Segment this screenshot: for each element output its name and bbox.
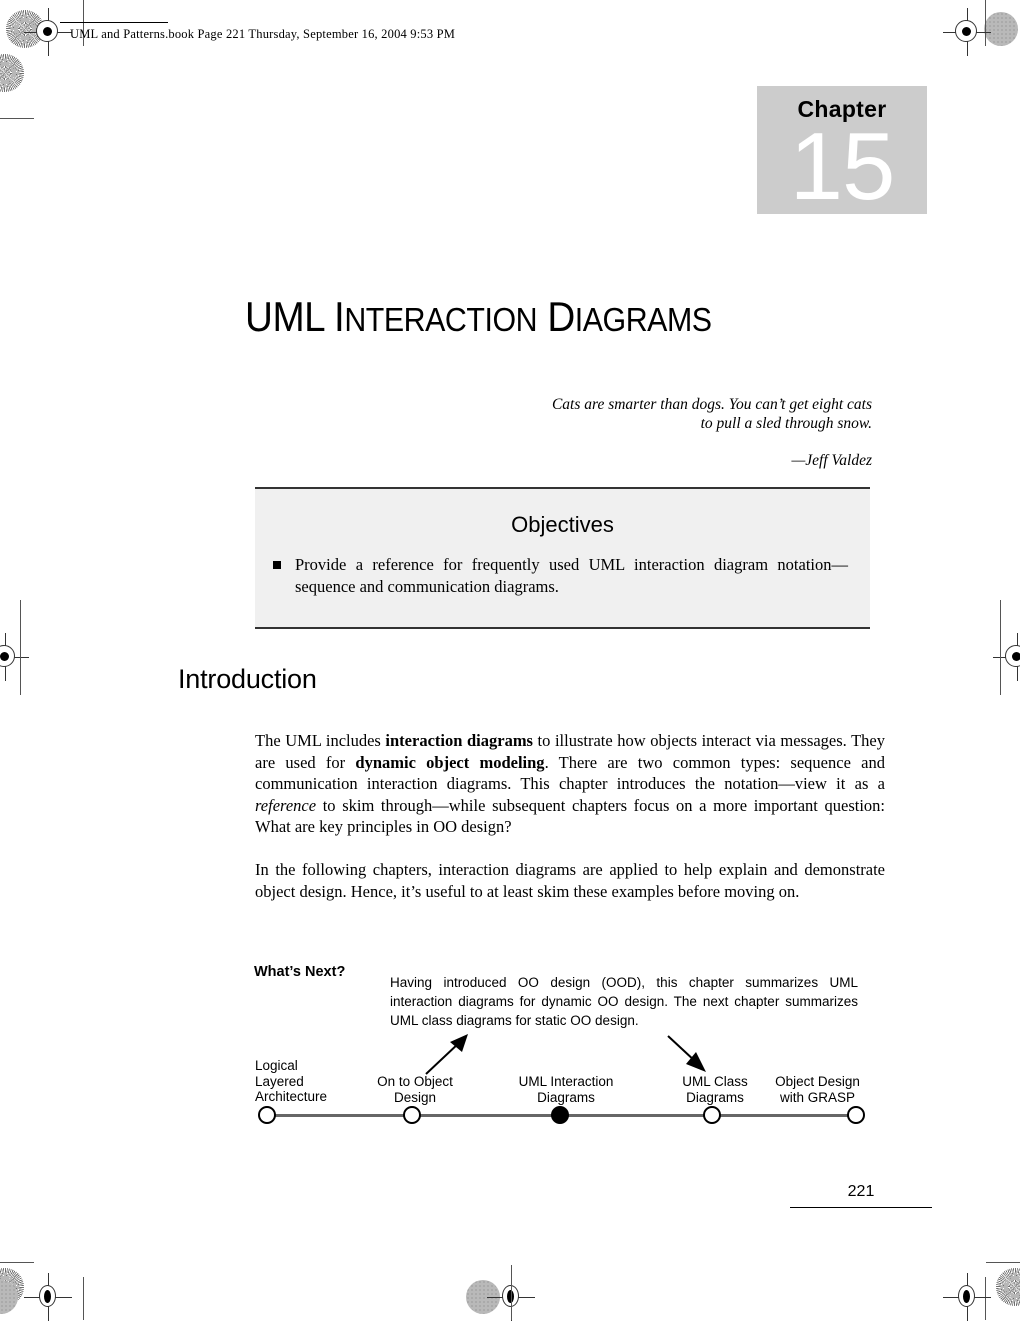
roadmap-arrow-up-right-icon <box>425 1034 468 1075</box>
roadmap-label-2: UML Interaction Diagrams <box>518 1074 614 1105</box>
roadmap-arrow-down-right-icon <box>667 1035 706 1072</box>
whats-next-label: What’s Next? <box>254 964 346 980</box>
registration-target-mid-left <box>0 633 29 681</box>
para1-bold1: interaction diagrams <box>385 731 533 750</box>
whats-next-text: Having introduced OO design (OOD), this … <box>390 975 858 1028</box>
printer-header-text: UML and Patterns.book Page 221 Thursday,… <box>70 27 456 41</box>
title-part-1-smallcaps: NTERACTION <box>344 301 538 338</box>
intro-paragraph-2: In the following chapters, interaction d… <box>255 860 885 901</box>
objectives-list-item: Provide a reference for frequently used … <box>255 554 870 598</box>
objectives-title: Objectives <box>511 512 614 537</box>
chapter-number: 15 <box>789 113 896 220</box>
roadmap-label-0: Logical Layered Architecture <box>255 1058 328 1104</box>
roadmap-node-uml-class-diagrams[interactable] <box>703 1106 721 1124</box>
roadmap-node-object-design-with-grasp[interactable] <box>847 1106 865 1124</box>
crop-mark-bottom-right-vertical <box>985 1277 986 1320</box>
roadmap-node-on-to-object-design[interactable] <box>403 1106 421 1124</box>
page-number: 221 <box>847 1183 875 1200</box>
roadmap-node-uml-interaction-diagrams[interactable] <box>551 1106 569 1124</box>
header-rule <box>60 22 168 23</box>
roadmap-label-4: Object Design with GRASP <box>775 1074 860 1105</box>
objectives-item-text: Provide a reference for frequently used … <box>295 555 848 596</box>
intro-paragraph-1: The UML includes interaction diagrams to… <box>255 730 885 838</box>
registration-target-bottom-right <box>943 1273 991 1321</box>
registration-target-mid-right <box>993 633 1020 681</box>
para1-run4: to skim through—while subsequent chapter… <box>255 795 885 837</box>
square-bullet-icon <box>273 554 295 598</box>
registration-starburst-mid-left <box>0 54 24 92</box>
para1-run1: The UML includes <box>255 731 386 750</box>
crop-mark-left-edge-horizontal <box>0 1262 34 1263</box>
crop-mark-mid-right-vertical <box>1000 600 1001 695</box>
para1-bold2: dynamic object modeling <box>355 752 545 772</box>
registration-target-top-left <box>24 8 72 56</box>
crop-mark-top-right-vertical <box>985 0 986 46</box>
registration-starburst-bottom-right <box>996 1268 1020 1306</box>
crop-mark-left-edge-horizontal-upper <box>0 118 34 119</box>
page-title: UML INTERACTION DIAGRAMS <box>245 294 852 343</box>
registration-target-bottom-left <box>24 1273 72 1321</box>
objectives-box: Objectives Provide a reference for frequ… <box>255 487 870 629</box>
registration-target-top-right <box>943 8 991 56</box>
para1-italic1: reference <box>255 795 317 815</box>
crop-mark-mid-left-vertical <box>20 600 21 695</box>
epigraph-quote: Cats are smarter than dogs. You can’t ge… <box>551 396 872 432</box>
title-part-2: D <box>537 293 575 340</box>
epigraph-attribution: —Jeff Valdez <box>791 452 873 469</box>
roadmap-diagram: Logical Layered Architecture On to Objec… <box>255 1034 865 1128</box>
registration-dotcircle-top-right <box>984 12 1018 46</box>
page-number-rule <box>790 1207 932 1208</box>
title-part-2-smallcaps: IAGRAMS <box>574 301 712 338</box>
section-heading-introduction: Introduction <box>178 664 317 694</box>
crop-mark-bottom-left-vertical <box>83 1277 84 1320</box>
crop-mark-right-edge-horizontal <box>986 1262 1020 1263</box>
crop-mark-top-center-vertical <box>511 1265 512 1320</box>
roadmap-node-logical-layered-architecture[interactable] <box>258 1106 276 1124</box>
title-part-1: UML I <box>245 293 345 340</box>
